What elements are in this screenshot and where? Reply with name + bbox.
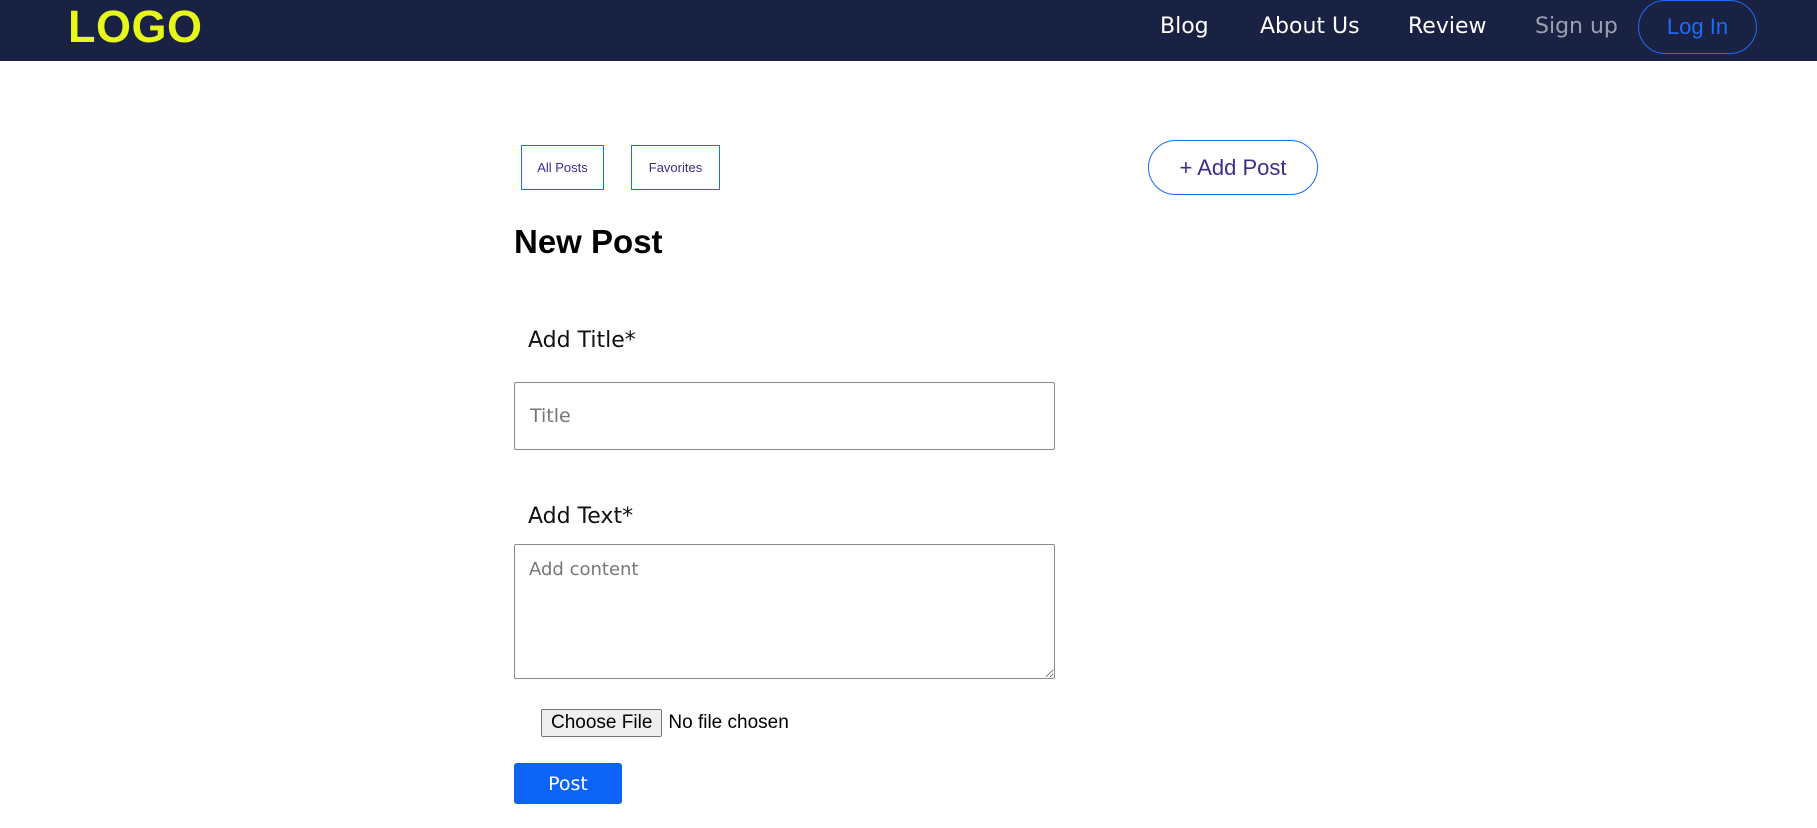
title-field-label: Add Title* bbox=[528, 328, 636, 353]
post-submit-button[interactable]: Post bbox=[514, 763, 622, 804]
page-title: New Post bbox=[514, 223, 663, 260]
login-button[interactable]: Log In bbox=[1638, 0, 1757, 54]
nav-link-sign-up[interactable]: Sign up bbox=[1535, 13, 1618, 41]
nav-link-review[interactable]: Review bbox=[1408, 13, 1487, 41]
logo[interactable]: LOGO bbox=[68, 3, 203, 51]
add-post-button[interactable]: + Add Post bbox=[1148, 140, 1318, 195]
tab-favorites[interactable]: Favorites bbox=[631, 145, 720, 190]
file-upload-row: Choose File No file chosen bbox=[541, 709, 789, 737]
nav-link-blog[interactable]: Blog bbox=[1160, 13, 1209, 41]
file-status-text: No file chosen bbox=[668, 712, 789, 733]
tab-all-posts[interactable]: All Posts bbox=[521, 145, 604, 190]
content-textarea[interactable] bbox=[514, 544, 1055, 679]
title-input[interactable] bbox=[514, 382, 1055, 450]
nav-link-about-us[interactable]: About Us bbox=[1260, 13, 1360, 41]
choose-file-button[interactable]: Choose File bbox=[541, 709, 663, 737]
text-field-label: Add Text* bbox=[528, 504, 634, 529]
top-navbar: LOGO Blog About Us Review Sign up Log In bbox=[0, 0, 1817, 61]
